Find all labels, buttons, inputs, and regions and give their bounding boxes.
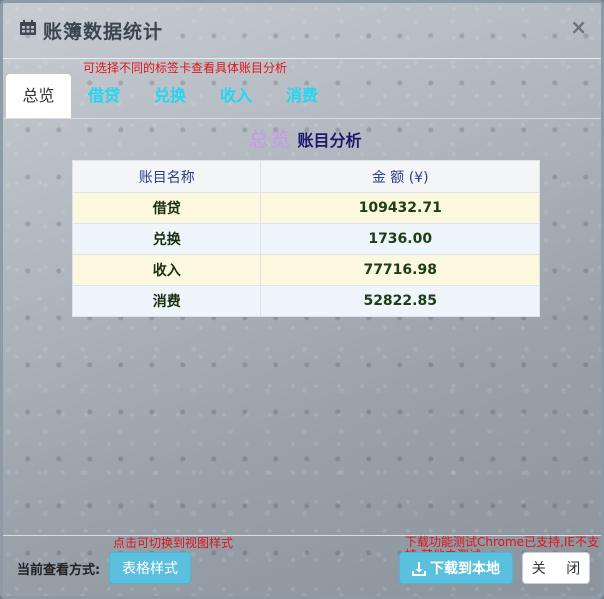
tab-exchange[interactable]: 兑换 <box>144 74 196 118</box>
close-icon[interactable]: × <box>570 15 587 39</box>
style-hint: 点击可切换到视图样式 <box>113 536 234 550</box>
column-header-name: 账目名称 <box>71 160 262 193</box>
ledger-stats-dialog: 账簿数据统计 × 可选择不同的标签卡查看具体账目分析 总览 借贷 兑换 收入 消… <box>0 0 604 599</box>
tab-bar: 总览 借贷 兑换 收入 消费 <box>6 74 601 118</box>
ledger-table: 账目名称 金 额 (¥) 借贷 109432.71 兑换 1736.00 收入 … <box>71 160 540 317</box>
table-style-button[interactable]: 表格样式 <box>109 552 191 584</box>
column-header-amount: 金 额 (¥) <box>260 160 540 193</box>
table-row: 兑换 1736.00 <box>71 223 540 255</box>
section-heading: 总览 账目分析 <box>3 123 601 152</box>
tab-income[interactable]: 收入 <box>210 74 262 118</box>
row-amount: 77716.98 <box>260 254 540 286</box>
dialog-title: 账簿数据统计 <box>43 21 164 43</box>
view-mode-label: 当前查看方式: <box>17 563 101 578</box>
table-row: 消费 52822.85 <box>71 285 540 317</box>
row-name: 消费 <box>71 285 262 317</box>
row-amount: 52822.85 <box>260 285 540 317</box>
tab-loans[interactable]: 借贷 <box>78 74 130 118</box>
download-icon <box>412 562 426 576</box>
calendar-icon <box>20 20 36 35</box>
tab-divider <box>3 118 601 119</box>
table-row: 收入 77716.98 <box>71 254 540 286</box>
row-name: 兑换 <box>71 223 262 255</box>
download-button[interactable]: 下载到本地 <box>399 552 513 584</box>
table-header-row: 账目名称 金 额 (¥) <box>71 160 540 193</box>
close-button[interactable]: 关 闭 <box>522 552 590 584</box>
heading-sub: 账目分析 <box>297 131 362 150</box>
row-amount: 109432.71 <box>260 192 540 224</box>
row-name: 收入 <box>71 254 262 286</box>
table-row: 借贷 109432.71 <box>71 192 540 224</box>
heading-main: 总览 <box>248 127 293 151</box>
row-name: 借贷 <box>71 192 262 224</box>
tab-overview[interactable]: 总览 <box>6 74 71 118</box>
download-button-label: 下载到本地 <box>430 561 500 577</box>
tab-spending[interactable]: 消费 <box>276 74 328 118</box>
dialog-header: 账簿数据统计 × <box>3 3 601 59</box>
row-amount: 1736.00 <box>260 223 540 255</box>
